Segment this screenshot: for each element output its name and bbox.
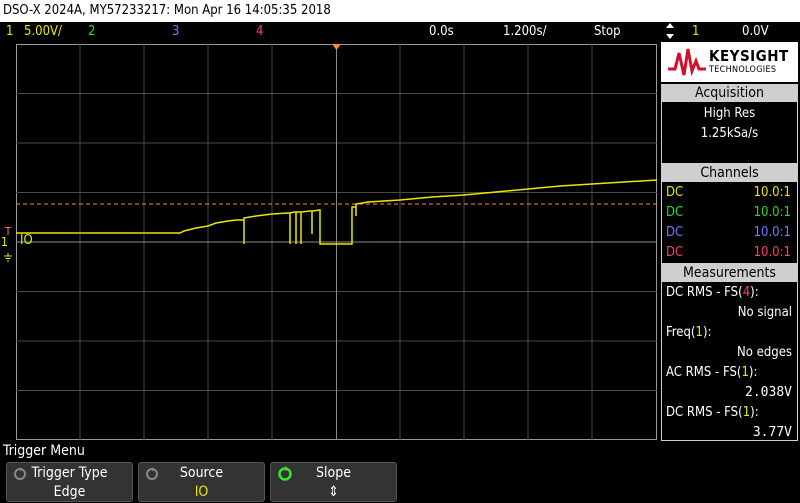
channel-name-label: IO [20,233,33,248]
acquisition-header: Acquisition [661,84,798,102]
keysight-logo: KEYSIGHT TECHNOLOGIES [661,42,798,82]
waveform-display[interactable]: IO [16,44,657,440]
trigger-level[interactable]: 0.0V [742,22,769,42]
measurement-4-value: 3.77V [752,425,792,440]
measurement-3-label: AC RMS - FS(1): [666,365,758,380]
status-bar: 1 5.00V/ 2 3 4 0.0s 1.200s/ Stop 1 0.0V [0,22,800,42]
measurement-1-label: DC RMS - FS(4): [666,285,759,300]
channel-row-3: DC 10.0:1 [666,225,791,240]
source-value: IO [194,484,209,500]
ch3-indicator[interactable]: 3 [172,22,179,42]
source-softkey[interactable]: Source IO [138,462,265,502]
acquisition-mode: High Res [703,106,756,121]
sample-rate: 1.25kSa/s [700,126,759,141]
time-delay[interactable]: 0.0s [429,22,454,42]
title-bar: DSO-X 2024A, MY57233217: Mon Apr 16 14:0… [0,0,800,22]
time-scale[interactable]: 1.200s/ [503,22,547,42]
softkey-bar: Trigger Menu Trigger Type Edge Source IO… [0,441,800,503]
menu-title: Trigger Menu [3,443,85,459]
measurement-2-label: Freq(1): [666,325,712,340]
measurement-3-value: 2.038V [745,385,792,400]
ch2-indicator[interactable]: 2 [88,22,95,42]
graticule [16,44,657,440]
measurement-2-value: No edges [737,345,792,360]
rotate-knob-icon [278,466,292,481]
channel-row-2: DC 10.0:1 [666,205,791,220]
rotate-knob-icon [146,467,158,480]
acquisition-panel[interactable]: High Res 1.25kSa/s [661,102,798,164]
keysight-wave-icon [668,48,706,77]
channel-row-4: DC 10.0:1 [666,245,791,260]
run-state: Stop [594,24,621,39]
side-panel: KEYSIGHT TECHNOLOGIES Acquisition High R… [659,42,800,441]
ch1-indicator[interactable]: 1 [6,22,13,42]
brand-name: KEYSIGHT [709,47,789,65]
ch1-scale[interactable]: 5.00V/ [24,22,62,42]
channel-row-1: DC 10.0:1 [666,185,791,200]
channels-header: Channels [661,164,798,182]
measurement-4-label: DC RMS - FS(1): [666,405,759,420]
brand-sub: TECHNOLOGIES [709,65,777,75]
measurements-header: Measurements [661,264,798,282]
measurements-panel[interactable]: DC RMS - FS(4): No signal Freq(1): No ed… [661,282,798,441]
rotate-knob-icon [14,467,26,480]
measurement-1-value: No signal [737,305,792,320]
window-title: DSO-X 2024A, MY57233217: Mon Apr 16 14:0… [3,3,331,18]
trigger-type-value: Edge [53,484,86,500]
slope-softkey[interactable]: Slope ⇕ [270,462,397,502]
ground-symbol-icon [3,247,13,266]
ch4-indicator[interactable]: 4 [256,22,263,42]
trigger-source-number: 1 [692,24,700,39]
trigger-type-softkey[interactable]: Trigger Type Edge [6,462,133,502]
slope-value: ⇕ [328,484,339,500]
channels-panel[interactable]: DC 10.0:1 DC 10.0:1 DC 10.0:1 DC 10.0:1 [661,182,798,264]
